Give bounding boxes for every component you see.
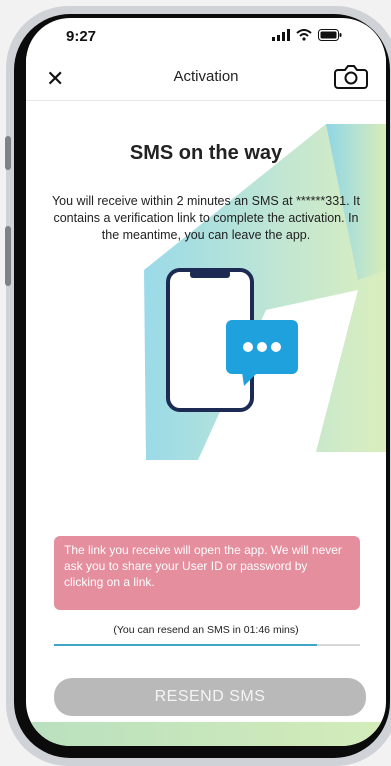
wifi-icon <box>296 29 312 41</box>
phone-sms-illustration <box>166 268 298 412</box>
bottom-decoration <box>26 722 386 746</box>
status-bar: 9:27 <box>26 18 386 56</box>
top-nav: ✕ Activation <box>26 56 386 101</box>
camera-icon[interactable] <box>334 62 368 95</box>
battery-icon <box>318 29 342 41</box>
security-alert: The link you receive will open the app. … <box>54 536 360 610</box>
nav-title: Activation <box>173 68 239 85</box>
signal-icon <box>272 29 290 41</box>
countdown-progress-fill <box>54 644 318 646</box>
description-text: You will receive within 2 minutes an SMS… <box>51 194 361 242</box>
app-screen: 9:27 ✕ Activation SMS on the way You wil… <box>26 18 386 746</box>
device-side-button <box>5 136 11 170</box>
main-content: SMS on the way You will receive within 2… <box>26 100 386 746</box>
device-side-button <box>5 226 11 286</box>
status-icons <box>272 29 342 41</box>
page-title: SMS on the way <box>129 142 283 164</box>
countdown-progress-bar <box>54 644 360 646</box>
status-time: 9:27 <box>66 28 97 45</box>
resend-countdown-text: (You can resend an SMS in 01:46 mins) <box>113 624 299 636</box>
resend-sms-button[interactable]: RESEND SMS <box>54 678 366 716</box>
